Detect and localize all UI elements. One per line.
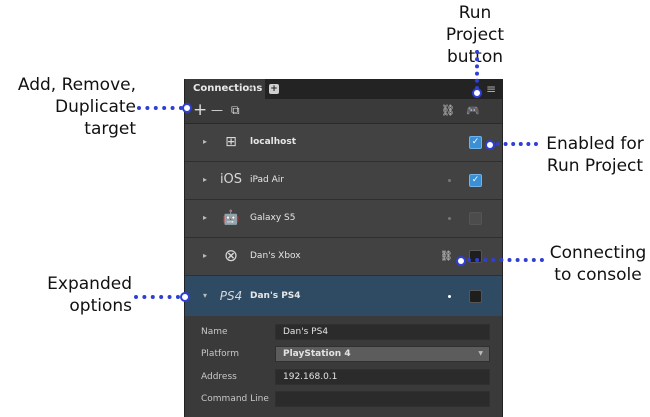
connecting-marker	[456, 256, 466, 266]
expand-caret-icon[interactable]: ▸	[203, 251, 207, 260]
expanded-annotation: Expanded options	[40, 273, 132, 317]
annotation-text: to console	[554, 265, 642, 285]
platform-value: PlayStation 4	[283, 349, 351, 359]
target-name: Dan's Xbox	[250, 251, 301, 261]
command-line-label: Command Line	[201, 394, 269, 404]
annotation-text: Run Project	[546, 156, 644, 176]
name-label: Name	[201, 327, 228, 337]
enabled-annotation: Enabled for Run Project	[540, 133, 650, 177]
annotation-text: Duplicate target	[55, 97, 136, 139]
ios-icon: iOS	[219, 172, 243, 187]
target-name: Dan's PS4	[250, 291, 301, 301]
expand-caret-icon[interactable]: ▸	[203, 137, 207, 146]
enabled-checkbox[interactable]: ✓	[469, 174, 482, 187]
annotation-text: options	[69, 296, 132, 316]
android-icon: 🤖	[222, 210, 240, 226]
run-project-marker	[472, 88, 482, 98]
enabled-checkbox[interactable]	[469, 212, 482, 225]
add-remove-marker	[182, 103, 192, 113]
annotation-text: Add, Remove,	[17, 75, 136, 95]
new-tab-icon[interactable]: +	[269, 84, 279, 94]
link-icon[interactable]: ⛓	[441, 99, 455, 122]
annotation-text: Enabled for	[546, 134, 644, 154]
target-row-galaxy-s5[interactable]: ▸ 🤖 Galaxy S5	[185, 200, 502, 238]
collapse-caret-icon[interactable]: ▾	[203, 291, 207, 300]
enabled-checkbox[interactable]	[469, 290, 482, 303]
close-icon[interactable]: ×	[247, 79, 255, 99]
enabled-marker	[485, 140, 495, 150]
target-row-dans-ps4[interactable]: ▾ PS4 Dan's PS4	[185, 276, 502, 317]
connecting-annotation: Connecting to console	[546, 242, 650, 286]
ps4-icon: PS4	[219, 289, 243, 303]
annotation-text: Run Project	[445, 3, 505, 45]
expanded-leader	[134, 295, 180, 299]
expand-caret-icon[interactable]: ▸	[203, 175, 207, 184]
connecting-leader	[467, 258, 544, 262]
expand-caret-icon[interactable]: ▸	[203, 213, 207, 222]
platform-select[interactable]: PlayStation 4 ▼	[275, 346, 490, 362]
address-field[interactable]: 192.168.0.1	[275, 369, 490, 385]
address-label: Address	[201, 372, 237, 382]
panel-menu-icon[interactable]: ≡	[486, 82, 496, 96]
expanded-options: Name Dan's PS4 Platform PlayStation 4 ▼ …	[185, 316, 502, 417]
status-dot-icon	[448, 295, 451, 298]
duplicate-target-button[interactable]: ⧉	[231, 99, 240, 122]
target-row-localhost[interactable]: ▸ ⊞ localhost ✓	[185, 124, 502, 162]
remove-target-button[interactable]: —	[211, 99, 223, 122]
run-project-leader	[475, 50, 479, 90]
run-project-button[interactable]: 🎮	[466, 99, 480, 122]
add-target-button[interactable]: +	[193, 99, 207, 121]
toolbar: + — ⧉ ⛓ 🎮	[185, 99, 502, 124]
windows-icon: ⊞	[225, 134, 237, 150]
chevron-down-icon: ▼	[478, 350, 483, 357]
platform-label: Platform	[201, 349, 239, 359]
enabled-leader	[496, 142, 538, 146]
connections-panel: Connections × + ≡ + — ⧉ ⛓ 🎮 ▸ ⊞ localhos…	[184, 79, 503, 417]
target-name: Galaxy S5	[250, 213, 296, 223]
annotation-text: Connecting	[549, 243, 647, 263]
expanded-marker	[180, 292, 190, 302]
tab-connections[interactable]: Connections ×	[185, 79, 265, 99]
enabled-checkbox[interactable]: ✓	[469, 136, 482, 149]
annotation-text: Expanded	[47, 274, 132, 294]
command-line-field[interactable]	[275, 391, 490, 407]
xbox-icon: ⊗	[223, 246, 239, 266]
status-dot-icon	[448, 179, 451, 182]
target-name: localhost	[250, 137, 297, 147]
name-field[interactable]: Dan's PS4	[275, 324, 490, 340]
connecting-link-icon: ⛓	[440, 251, 453, 262]
target-row-ipad-air[interactable]: ▸ iOS iPad Air ✓	[185, 162, 502, 200]
add-remove-leader	[137, 106, 183, 110]
status-dot-icon	[448, 217, 451, 220]
target-name: iPad Air	[250, 175, 284, 185]
target-row-dans-xbox[interactable]: ▸ ⊗ Dan's Xbox ⛓	[185, 238, 502, 276]
tab-bar: Connections × + ≡	[185, 79, 502, 99]
add-remove-annotation: Add, Remove, Duplicate target	[0, 74, 136, 140]
